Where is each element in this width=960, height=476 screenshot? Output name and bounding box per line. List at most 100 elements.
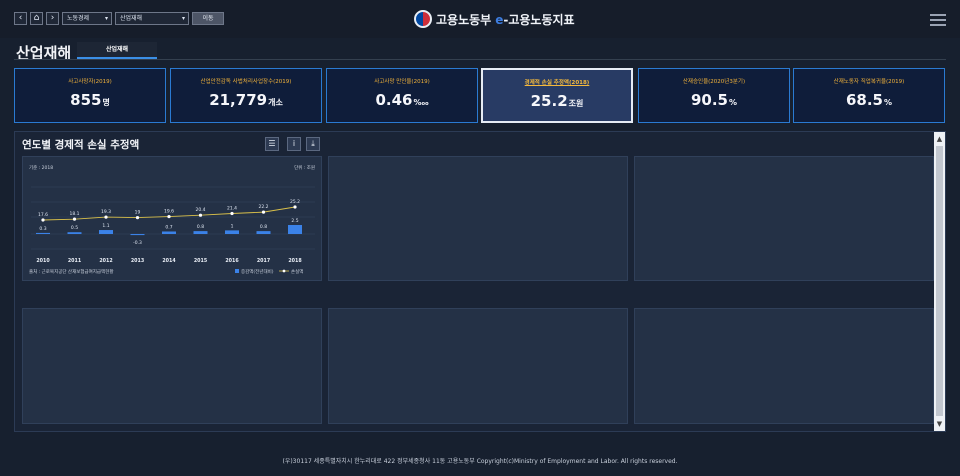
go-button[interactable]: 이동: [192, 12, 224, 25]
home-icon[interactable]: ⌂: [30, 12, 43, 25]
line-point: [230, 211, 234, 216]
tab-industrial-accident[interactable]: 산업재해: [77, 42, 157, 59]
kpi-unit: 명: [102, 98, 110, 107]
bar: [193, 231, 208, 234]
kpi-value: 0.46‱: [327, 91, 477, 109]
bar: [99, 230, 113, 234]
bar: [256, 231, 271, 234]
legend-line-label: 손실액: [291, 268, 303, 275]
kpi-number: 21,779: [209, 91, 268, 109]
kpi-card[interactable]: 사고사망 만인율(2019) 0.46‱: [326, 68, 478, 123]
bar: [67, 232, 82, 234]
line-point: [293, 205, 297, 209]
bar-label: 0.5: [71, 225, 78, 231]
nav-bar: ‹ ⌂ › 노동경제 ▾ 산업재해 ▾ 이동: [14, 12, 224, 25]
line-label: 18.1: [69, 211, 79, 217]
kpi-unit: 개소: [268, 98, 283, 107]
kpi-unit: 조원: [568, 99, 584, 108]
line-label: 19: [135, 210, 141, 216]
kpi-card[interactable]: 산재승인율(2020년3분기) 90.5%: [638, 68, 790, 123]
x-tick-label: 2011: [68, 258, 81, 264]
list-icon[interactable]: ☰: [265, 137, 279, 151]
brand-logo[interactable]: 고용노동부 e-고용노동지표: [414, 10, 575, 28]
kpi-card[interactable]: 산재노동자 직업복귀율(2019) 68.5%: [793, 68, 945, 123]
kpi-card[interactable]: 산업안전감독 사법처리사업장수(2019) 21,779개소: [170, 68, 322, 123]
bar-label: 1: [231, 223, 234, 229]
x-tick-label: 2013: [131, 258, 144, 264]
scroll-up-icon[interactable]: ▲: [935, 134, 944, 144]
line-label: 22.2: [258, 204, 268, 210]
x-tick-label: 2014: [162, 258, 176, 264]
legend-bar-label: 증감액(전년대비): [241, 268, 274, 275]
bar-label: 0.7: [165, 224, 172, 230]
chevron-down-icon: ▾: [181, 15, 185, 22]
bar-label: 0.3: [39, 226, 46, 232]
legend-swatch-dot: [282, 269, 286, 273]
legend-swatch-bar: [235, 269, 239, 273]
line-point: [167, 214, 171, 219]
kpi-label: 사고사망 만인율(2019): [374, 79, 430, 85]
scroll-down-icon[interactable]: ▼: [935, 419, 944, 429]
chart-note-right: 단위 : 조원: [294, 164, 315, 171]
bar-label: 1.1: [102, 223, 109, 229]
emblem-icon: [414, 10, 432, 28]
download-icon[interactable]: ⤓: [306, 137, 320, 151]
kpi-unit: %: [729, 98, 738, 107]
kpi-number: 68.5: [845, 91, 883, 109]
kpi-value: 68.5%: [794, 91, 944, 109]
forward-button[interactable]: ›: [46, 12, 59, 25]
chart-source: 출처 : 근로복지공단 산재보험급여지급액현황: [29, 268, 113, 275]
x-tick-label: 2015: [194, 258, 207, 264]
chart-card-empty: [328, 156, 628, 281]
kpi-value: 90.5%: [639, 91, 789, 109]
scrollbar[interactable]: ▲ ▼: [934, 132, 945, 431]
chart-note-left: 기준 : 2018: [29, 164, 53, 171]
line-point: [198, 213, 203, 217]
chart-card-empty: [22, 308, 322, 424]
brand-subtitle-text: -고용노동지표: [503, 12, 575, 27]
brand-subtitle: e-고용노동지표: [495, 11, 574, 28]
x-tick-label: 2012: [99, 258, 112, 264]
footer: (우)30117 세종특별자치시 한누리대로 422 정부세종청사 11동 고용…: [282, 458, 678, 465]
bar: [162, 231, 176, 234]
kpi-card[interactable]: 사고사망자(2019) 855명: [14, 68, 166, 123]
line-point: [135, 216, 140, 220]
info-icon[interactable]: i: [287, 137, 301, 151]
chart-card-empty: [634, 308, 934, 424]
subcategory-select[interactable]: 산업재해 ▾: [115, 12, 189, 25]
kpi-value: 21,779개소: [171, 91, 321, 109]
bar-label: 2.5: [291, 218, 298, 224]
line-point: [104, 215, 108, 219]
line-label: 25.2: [290, 199, 300, 205]
category-select[interactable]: 노동경제 ▾: [62, 12, 112, 25]
line-point: [41, 218, 45, 222]
back-button[interactable]: ‹: [14, 12, 27, 25]
x-tick-label: 2010: [36, 258, 50, 264]
chart-card-empty: [634, 156, 934, 281]
kpi-label: 경제적 손실 추정액(2018): [524, 80, 590, 86]
bar-label: 0.8: [260, 224, 267, 230]
category-select-value: 노동경제: [67, 15, 90, 22]
kpi-unit: %: [884, 98, 893, 107]
chart-title: 연도별 경제적 손실 추정액: [22, 139, 140, 151]
chart-svg: 기준 : 2018 단위 : 조원 0.3 0.5 1.1 -0.3 0.7 0.8 1 0.…: [29, 164, 315, 275]
x-tick-label: 2016: [225, 258, 239, 264]
divider: [14, 59, 946, 60]
kpi-label: 산재승인율(2020년3분기): [682, 79, 746, 85]
kpi-label: 산재노동자 직업복귀율(2019): [833, 79, 905, 85]
x-tick-label: 2018: [288, 258, 302, 264]
scrollbar-thumb[interactable]: [936, 146, 943, 416]
bar: [130, 234, 145, 236]
kpi-value: 855명: [15, 91, 165, 109]
kpi-row: 사고사망자(2019) 855명 산업안전감독 사법처리사업장수(2019) 21,…: [14, 68, 946, 124]
x-tick-label: 2017: [257, 258, 270, 264]
kpi-label: 사고사망자(2019): [68, 79, 112, 85]
kpi-card-selected[interactable]: 경제적 손실 추정액(2018) 25.2조원: [481, 68, 633, 123]
line-label: 19.3: [101, 209, 111, 215]
bar: [36, 232, 50, 234]
top-bar: ‹ ⌂ › 노동경제 ▾ 산업재해 ▾ 이동 고용노동부 e-고용노동지표: [0, 0, 960, 38]
kpi-number: 25.2: [530, 92, 568, 110]
chart-card: 기준 : 2018 단위 : 조원 0.3 0.5 1.1 -0.3 0.7 0.8 1 0.…: [22, 156, 322, 281]
hamburger-menu-icon[interactable]: [930, 14, 946, 26]
line-point: [72, 217, 77, 221]
